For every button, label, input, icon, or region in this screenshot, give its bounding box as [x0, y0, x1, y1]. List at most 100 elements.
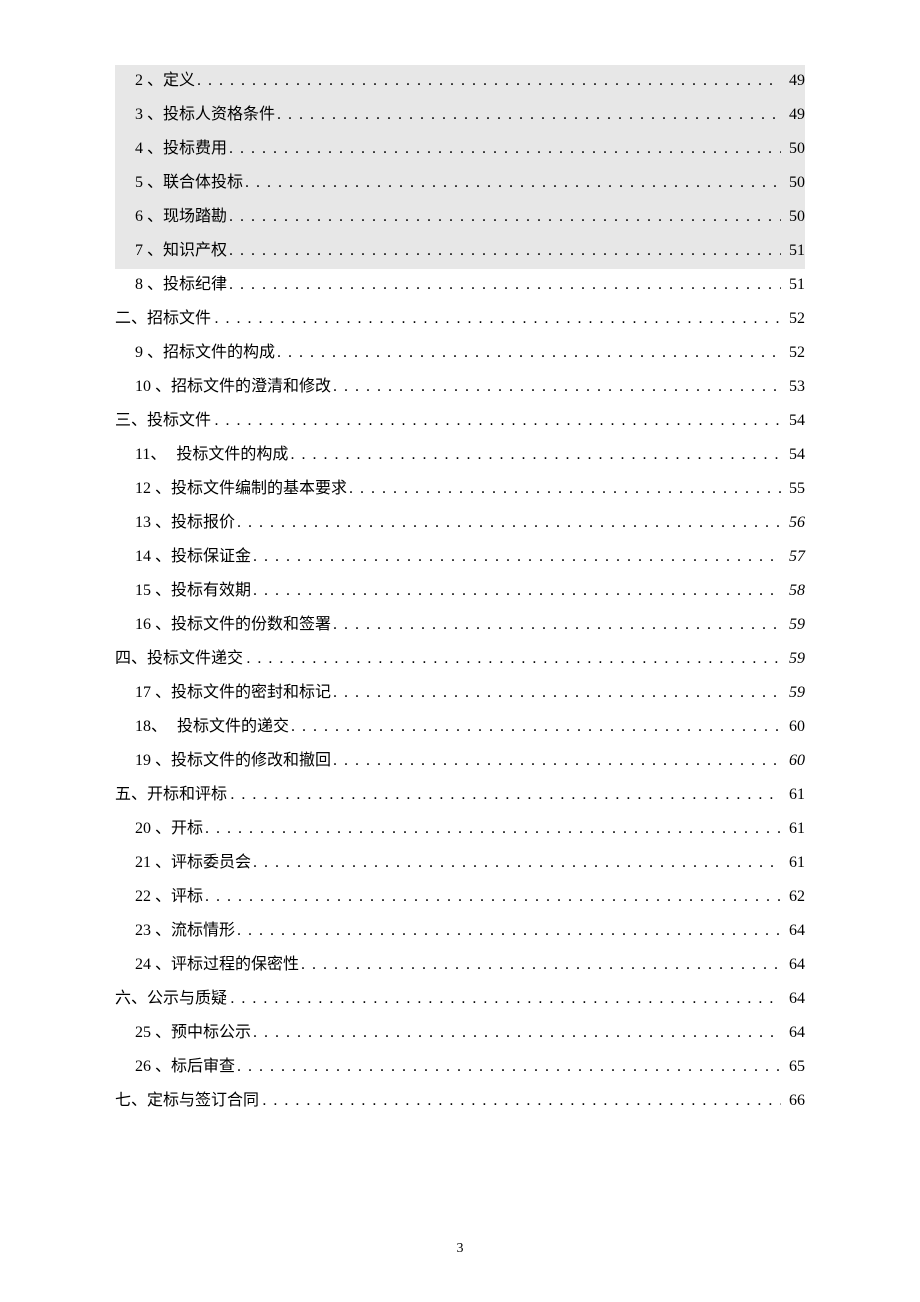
toc-page: 61: [781, 787, 805, 803]
toc-leader-dots: [212, 311, 781, 327]
toc-number: 25 、: [135, 1025, 171, 1041]
toc-leader-dots: [227, 277, 781, 293]
toc-number: 17 、: [135, 685, 171, 701]
toc-leader-dots: [275, 107, 781, 123]
toc-label: 评标委员会: [171, 855, 251, 871]
toc-page: 62: [781, 889, 805, 905]
toc-page: 65: [781, 1059, 805, 1075]
toc-number: 12 、: [135, 481, 171, 497]
toc-page: 64: [781, 1025, 805, 1041]
toc-number: 三、: [115, 413, 147, 429]
toc-number: 19 、: [135, 753, 171, 769]
toc-leader-dots: [251, 583, 781, 599]
toc-entry: 24 、评标过程的保密性64: [115, 949, 805, 983]
toc-entry: 三、投标文件 54: [115, 405, 805, 439]
toc-page: 50: [781, 175, 805, 191]
toc-leader-dots: [260, 1093, 781, 1109]
toc-label: 投标报价: [171, 515, 235, 531]
toc-label: 投标人资格条件: [163, 107, 275, 123]
toc-number: 14 、: [135, 549, 171, 565]
toc-page: 51: [781, 243, 805, 259]
toc-entry: 四、投标文件递交 59: [115, 643, 805, 677]
toc-entry: 18、投标文件的递交 60: [115, 711, 805, 745]
toc-page: 57: [781, 549, 805, 565]
toc-page: 51: [781, 277, 805, 293]
toc-page: 55: [781, 481, 805, 497]
toc-number: 五、: [115, 787, 147, 803]
toc-entry: 22 、评标62: [115, 881, 805, 915]
toc-number: 4 、: [135, 141, 163, 157]
toc-leader-dots: [243, 175, 781, 191]
toc-label: 投标文件编制的基本要求: [171, 481, 347, 497]
toc-entry: 11、投标文件的构成54: [115, 439, 805, 473]
toc-number: 二、: [115, 311, 147, 327]
toc-number: 5 、: [135, 175, 163, 191]
toc-number: 7 、: [135, 243, 163, 259]
toc-page: 60: [781, 719, 805, 735]
toc-number: 3 、: [135, 107, 163, 123]
toc-label: 招标文件: [147, 311, 211, 327]
toc-leader-dots: [195, 73, 781, 89]
toc-page: 49: [781, 73, 805, 89]
toc-label: 投标文件的份数和签署: [171, 617, 331, 633]
toc-entry: 七、定标与签订合同 66: [115, 1085, 805, 1119]
toc-number: 18、: [135, 719, 167, 735]
toc-label: 投标文件递交: [147, 651, 243, 667]
toc-number: 2 、: [135, 73, 163, 89]
toc-leader-dots: [299, 957, 781, 973]
toc-number: 10 、: [135, 379, 171, 395]
toc-entry: 3 、投标人资格条件49: [115, 99, 805, 133]
toc-entry: 五、开标和评标 61: [115, 779, 805, 813]
document-page: 2 、定义493 、投标人资格条件494 、投标费用505 、联合体投标506 …: [0, 0, 920, 1302]
toc-label: 开标: [171, 821, 203, 837]
toc-number: 8 、: [135, 277, 163, 293]
toc-number: 13 、: [135, 515, 171, 531]
toc-leader-dots: [251, 855, 781, 871]
toc-leader-dots: [331, 753, 781, 769]
toc-entry: 19 、投标文件的修改和撤回60: [115, 745, 805, 779]
toc-leader-dots: [203, 821, 781, 837]
toc-leader-dots: [331, 617, 781, 633]
toc-label: 定标与签订合同: [147, 1093, 259, 1109]
toc-page: 52: [781, 311, 805, 327]
toc-entry: 15 、投标有效期58: [115, 575, 805, 609]
toc-entry: 21 、评标委员会61: [115, 847, 805, 881]
toc-page: 61: [781, 855, 805, 871]
page-number: 3: [0, 1241, 920, 1257]
toc-entry: 26 、标后审查65: [115, 1051, 805, 1085]
toc-label: 预中标公示: [171, 1025, 251, 1041]
toc-page: 60: [781, 753, 805, 769]
toc-number: 16 、: [135, 617, 171, 633]
toc-number: 24 、: [135, 957, 171, 973]
toc-label: 投标文件的递交: [177, 719, 289, 735]
toc-number: 6 、: [135, 209, 163, 225]
toc-entry: 9 、招标文件的构成52: [115, 337, 805, 371]
toc-entry: 7 、知识产权51: [115, 235, 805, 269]
toc-leader-dots: [331, 379, 781, 395]
toc-leader-dots: [275, 345, 781, 361]
toc-page: 64: [781, 991, 805, 1007]
toc-label: 投标文件的构成: [176, 447, 288, 463]
toc-leader-dots: [331, 685, 781, 701]
toc-number: 四、: [115, 651, 147, 667]
toc-label: 标后审查: [171, 1059, 235, 1075]
toc-leader-dots: [288, 447, 781, 463]
toc-leader-dots: [244, 651, 781, 667]
toc-entry: 23 、流标情形64: [115, 915, 805, 949]
toc-label: 评标: [171, 889, 203, 905]
toc-page: 59: [781, 685, 805, 701]
toc-leader-dots: [228, 787, 781, 803]
toc-page: 52: [781, 345, 805, 361]
toc-entry: 12 、投标文件编制的基本要求 55: [115, 473, 805, 507]
toc-page: 59: [781, 651, 805, 667]
toc-number: 23 、: [135, 923, 171, 939]
toc-label: 投标费用: [163, 141, 227, 157]
toc-leader-dots: [289, 719, 781, 735]
table-of-contents: 2 、定义493 、投标人资格条件494 、投标费用505 、联合体投标506 …: [115, 65, 805, 1119]
toc-entry: 20 、开标61: [115, 813, 805, 847]
toc-label: 招标文件的构成: [163, 345, 275, 361]
toc-label: 投标有效期: [171, 583, 251, 599]
toc-number: 七、: [115, 1093, 147, 1109]
toc-leader-dots: [228, 991, 781, 1007]
toc-entry: 13 、投标报价56: [115, 507, 805, 541]
